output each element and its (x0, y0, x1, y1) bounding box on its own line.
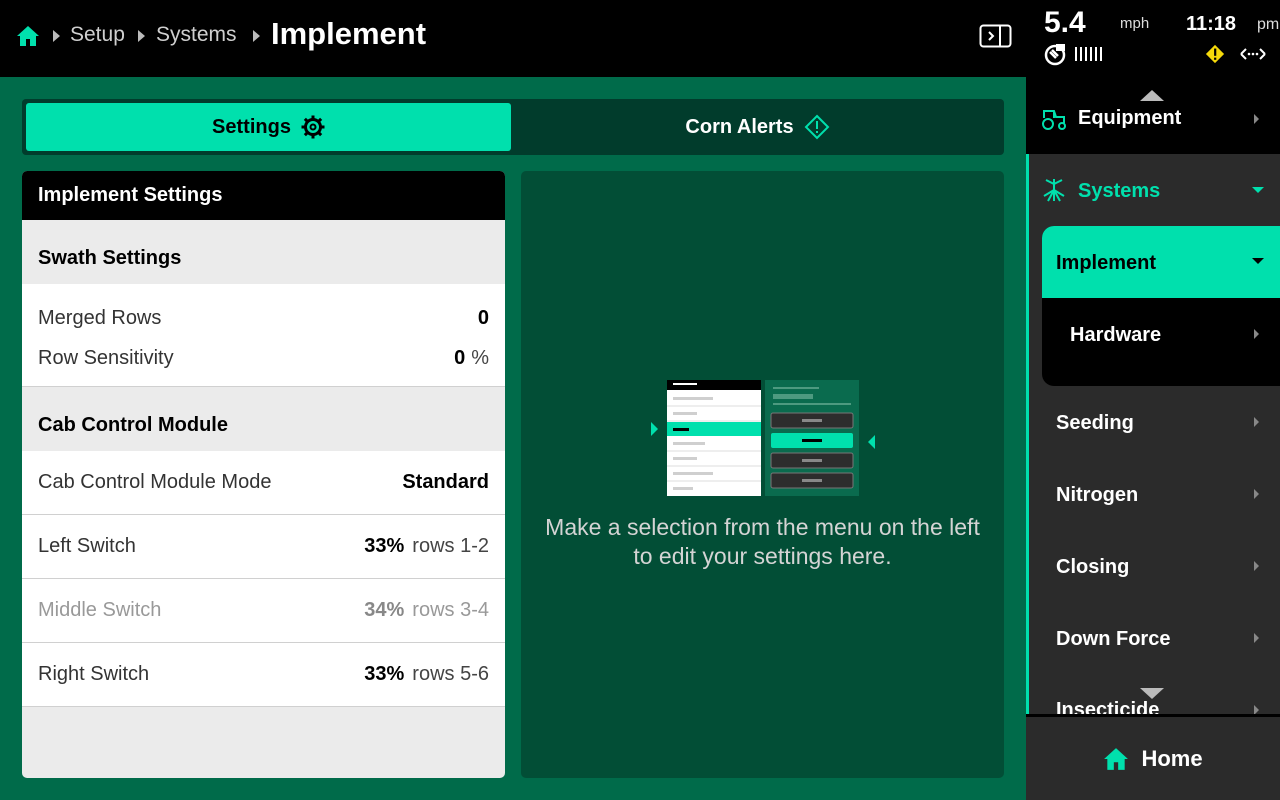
merged-rows-value: 0 (477, 307, 489, 329)
switch-value: 33% rows 5-6 (364, 663, 489, 686)
speed-value: 5.4 (1044, 6, 1086, 39)
scroll-up-arrow[interactable] (1140, 90, 1164, 101)
systems-indicator-line (1026, 154, 1029, 714)
chevron-down-icon[interactable] (1252, 187, 1264, 193)
home-label: Home (1141, 745, 1203, 771)
detail-placeholder-panel: Make a selection from the menu on the le… (521, 171, 1004, 778)
nav-implement[interactable]: Implement (1042, 226, 1280, 298)
switch-percent: 33% (364, 535, 405, 557)
warning-icon[interactable] (1204, 44, 1226, 64)
swath-settings-group[interactable]: Merged Rows 0 Row Sensitivity 0% (22, 284, 505, 387)
page-title: Implement (271, 16, 427, 51)
home-button[interactable]: Home (1026, 714, 1280, 800)
breadcrumb-systems[interactable]: Systems (156, 23, 237, 47)
breadcrumb-separator (253, 30, 260, 42)
chevron-right-icon (1254, 417, 1259, 427)
chevron-right-icon (1254, 114, 1259, 124)
chevron-right-icon (1254, 705, 1259, 714)
tab-settings[interactable]: Settings (26, 103, 511, 151)
switch-percent: 34% (364, 599, 405, 621)
switch-label: Left Switch (38, 535, 136, 557)
breadcrumb-separator (53, 30, 60, 42)
breadcrumb-setup[interactable]: Setup (70, 23, 125, 47)
chevron-right-icon (1254, 633, 1259, 643)
left-switch-row[interactable]: Left Switch 33% rows 1-2 (22, 515, 505, 579)
row-sensitivity-unit: % (471, 347, 489, 369)
home-icon[interactable] (16, 24, 40, 48)
nav-equipment: Equipment (1078, 107, 1182, 129)
nav-closing[interactable]: Closing (1056, 556, 1129, 579)
switch-value: 34% rows 3-4 (364, 599, 489, 622)
chevron-right-icon (1254, 329, 1259, 339)
implement-subnav: Implement Hardware (1042, 226, 1280, 386)
tab-label: Settings (212, 115, 291, 138)
card-header: Implement Settings (22, 171, 505, 220)
right-nav: Systems Implement Hardware Seeding Nitro… (1026, 77, 1280, 800)
section-title-swath: Swath Settings (22, 220, 505, 284)
tractor-icon (1042, 110, 1066, 130)
switch-percent: 33% (364, 663, 405, 685)
nav-down-force[interactable]: Down Force (1056, 628, 1170, 651)
home-icon (1104, 747, 1129, 770)
connectivity-icon[interactable] (1239, 45, 1267, 63)
gps-satellite-icon[interactable] (1044, 42, 1068, 66)
systems-icon (1043, 179, 1065, 202)
top-bar: Setup Systems Implement (0, 0, 1026, 77)
clock-time: 11:18 (1186, 13, 1237, 35)
merged-rows-label: Merged Rows (38, 307, 162, 329)
tab-corn-alerts[interactable]: Corn Alerts (515, 103, 1000, 151)
switch-label: Middle Switch (38, 599, 162, 621)
chevron-right-icon (1254, 489, 1259, 499)
chevron-down-icon[interactable] (1252, 258, 1264, 264)
implement-settings-card: Implement Settings Swath Settings Merged… (22, 171, 505, 778)
nav-insecticide[interactable]: Insecticide (1056, 699, 1159, 714)
nav-seeding[interactable]: Seeding (1056, 412, 1134, 435)
row-sensitivity-number: 0 (454, 347, 466, 369)
scroll-down-arrow[interactable] (1140, 688, 1164, 699)
nav-implement-label: Implement (1056, 252, 1157, 274)
signal-bars-icon (1075, 47, 1102, 61)
switch-label: Right Switch (38, 663, 150, 685)
placeholder-message: Make a selection from the menu on the le… (545, 514, 980, 569)
switch-rows: rows 5-6 (412, 663, 489, 685)
nav-nitrogen[interactable]: Nitrogen (1056, 484, 1138, 507)
switch-rows: rows 3-4 (412, 599, 489, 621)
ccm-mode-value: Standard (402, 471, 489, 493)
tab-bar: Settings Corn Alerts (22, 99, 1004, 155)
speed-unit: mph (1120, 15, 1150, 32)
switch-value: 33% rows 1-2 (364, 535, 489, 558)
main-area: Settings Corn Alerts Implement Settings … (0, 77, 1026, 800)
ccm-mode-label: Cab Control Module Mode (38, 471, 272, 493)
ccm-mode-row[interactable]: Cab Control Module Mode Standard (22, 451, 505, 515)
nav-hardware[interactable]: Hardware (1070, 324, 1161, 347)
nav-equipment-row[interactable]: Equipment (1026, 77, 1280, 154)
breadcrumb-separator (138, 30, 145, 42)
tab-label: Corn Alerts (685, 115, 794, 138)
row-sensitivity-value: 0% (454, 347, 489, 370)
gear-icon (301, 115, 325, 139)
status-bar: 5.4 mph 11:18 pm (1026, 0, 1280, 77)
section-title-ccm: Cab Control Module (22, 387, 505, 451)
middle-switch-row: Middle Switch 34% rows 3-4 (22, 579, 505, 643)
clock-ampm: pm (1257, 16, 1280, 33)
right-switch-row[interactable]: Right Switch 33% rows 5-6 (22, 643, 505, 707)
chevron-right-icon (1254, 561, 1259, 571)
nav-systems[interactable]: Systems (1078, 180, 1160, 203)
row-sensitivity-label: Row Sensitivity (38, 347, 174, 369)
panel-toggle-icon[interactable] (979, 24, 1012, 48)
switch-rows: rows 1-2 (412, 535, 489, 557)
row-sensitivity-row[interactable]: Row Sensitivity 0% (22, 336, 505, 376)
alert-diamond-icon (804, 114, 829, 140)
merged-rows-row[interactable]: Merged Rows 0 (22, 296, 505, 336)
menu-selection-illustration (651, 380, 875, 496)
